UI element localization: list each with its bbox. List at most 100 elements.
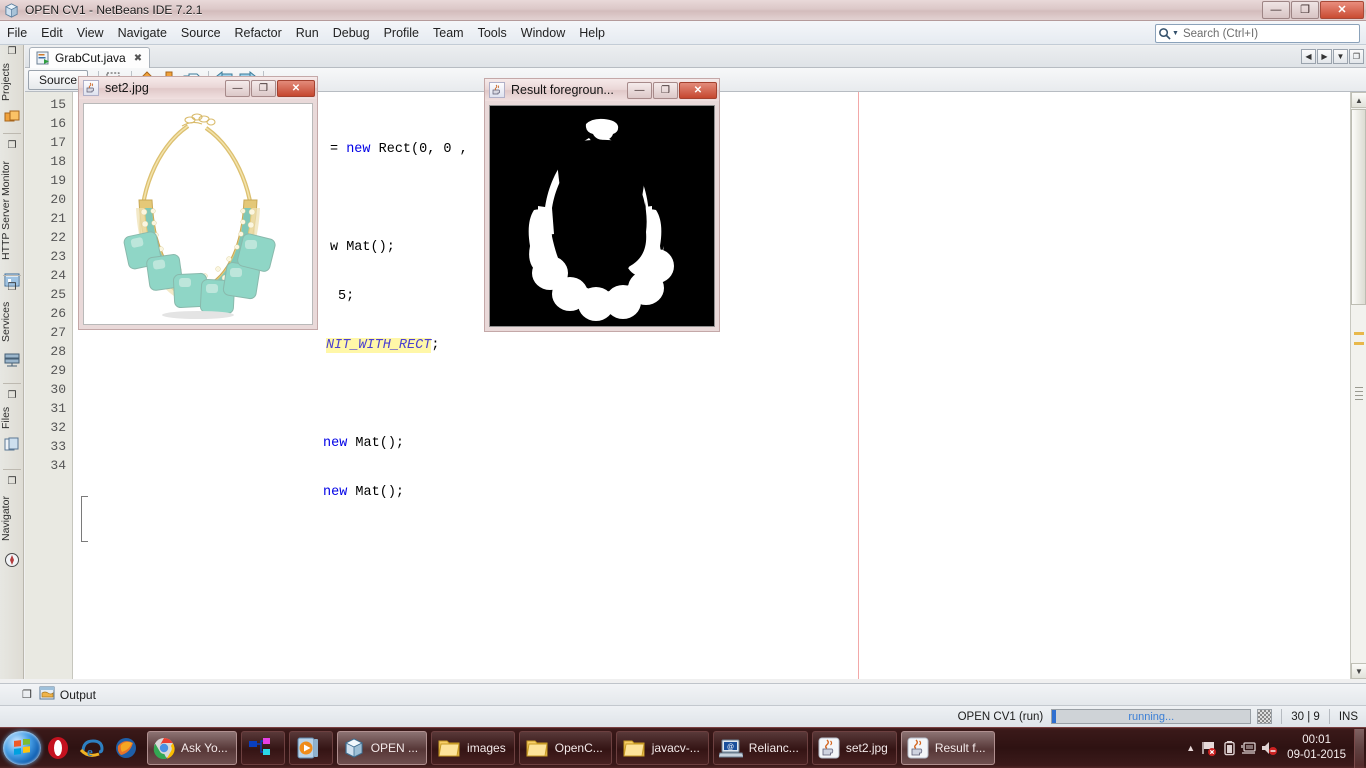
maximize-button[interactable]: ❐ <box>1291 1 1319 19</box>
code-fold-bracket[interactable] <box>81 496 88 542</box>
taskbar-firefox-icon[interactable] <box>109 730 143 766</box>
line-number: 15 <box>50 97 66 112</box>
maximize-button[interactable]: ❐ <box>251 79 276 97</box>
minimize-button[interactable]: — <box>225 79 250 97</box>
sidebar-item-navigator[interactable]: ❐ Navigator <box>0 475 24 570</box>
taskbar-button-reliance[interactable]: @ Relianc... <box>712 731 808 765</box>
navigator-icon <box>0 550 24 570</box>
status-project-label: OPEN CV1 (run) <box>957 710 1044 723</box>
taskbar-button-chrome[interactable]: Ask Yo... <box>147 731 237 765</box>
line-number: 18 <box>50 154 66 169</box>
volume-muted-icon[interactable] <box>1259 737 1279 759</box>
menu-item-profile[interactable]: Profile <box>377 24 426 42</box>
taskbar-button-label: Relianc... <box>748 741 799 755</box>
sidebar-item-projects[interactable]: ❐ Projects <box>0 45 24 126</box>
taskbar-button-javacv-folder[interactable]: javacv-... <box>615 731 709 765</box>
output-tab-label[interactable]: Output <box>60 688 96 702</box>
image-window-result-titlebar[interactable]: Result foregroun... — ❐ ✕ <box>484 78 720 101</box>
taskbar-button-images-folder[interactable]: images <box>431 731 515 765</box>
restore-window-icon[interactable]: ❐ <box>0 139 24 152</box>
tab-scroll-left-button[interactable]: ◀ <box>1301 49 1316 64</box>
image-window-result[interactable]: Result foregroun... — ❐ ✕ <box>484 78 720 332</box>
taskbar-button-set2-jpg[interactable]: set2.jpg <box>811 731 897 765</box>
editor-vertical-scrollbar[interactable]: ▲ ▼ <box>1350 92 1366 679</box>
taskbar-button-label: Ask Yo... <box>181 741 228 755</box>
taskbar-button-opencv-folder[interactable]: OpenC... <box>518 731 612 765</box>
image-window-set2[interactable]: set2.jpg — ❐ ✕ <box>78 76 318 330</box>
netbeans-cube-icon <box>5 2 18 18</box>
menu-item-tools[interactable]: Tools <box>471 24 514 42</box>
menu-item-source[interactable]: Source <box>174 24 228 42</box>
image-window-result-title: Result foregroun... <box>511 83 614 97</box>
image-window-set2-controls: — ❐ ✕ <box>225 79 317 97</box>
sidebar-item-navigator-label: Navigator <box>0 496 12 542</box>
chevron-down-icon[interactable]: ▼ <box>1172 30 1179 37</box>
close-icon[interactable]: ✖ <box>134 53 142 64</box>
line-number: 28 <box>50 344 66 359</box>
tab-scroll-right-button[interactable]: ▶ <box>1317 49 1332 64</box>
annotation-mark[interactable] <box>1354 332 1364 335</box>
sidebar-item-http-server-monitor[interactable]: ❐ HTTP Server Monitor <box>0 139 24 290</box>
sidebar-item-files[interactable]: ❐ Files <box>0 389 24 454</box>
close-button[interactable]: ✕ <box>277 79 315 97</box>
search-input[interactable]: ▼ Search (Ctrl+I) <box>1155 24 1360 43</box>
laptop-icon: @ <box>718 739 743 758</box>
minimize-button[interactable]: — <box>1262 1 1290 19</box>
taskbar-button-result-foreground[interactable]: Result f... <box>900 731 995 765</box>
scroll-down-arrow[interactable]: ▼ <box>1351 663 1366 679</box>
clock-date: 09-01-2015 <box>1287 749 1346 761</box>
stop-process-icon[interactable] <box>1257 709 1273 724</box>
taskbar-button-media-player[interactable] <box>288 731 333 765</box>
scrollbar-thumb[interactable] <box>1351 109 1366 305</box>
cursor-position-label: 30 | 9 <box>1291 710 1320 723</box>
menu-item-debug[interactable]: Debug <box>326 24 377 42</box>
tab-maximize-button[interactable]: ❐ <box>1349 49 1364 64</box>
line-number: 26 <box>50 306 66 321</box>
restore-window-icon[interactable]: ❐ <box>0 45 24 58</box>
minimize-button[interactable]: — <box>627 81 652 99</box>
annotation-mark[interactable] <box>1354 342 1364 345</box>
menu-item-navigate[interactable]: Navigate <box>111 24 174 42</box>
windows-orb-icon[interactable] <box>3 731 41 765</box>
maximize-button[interactable]: ❐ <box>653 81 678 99</box>
foreground-mask-image <box>489 105 715 327</box>
battery-icon[interactable] <box>1219 737 1239 759</box>
tab-grabcut-java[interactable]: GrabCut.java ✖ <box>29 47 151 68</box>
sidebar-item-services[interactable]: ❐ Services <box>0 281 24 370</box>
line-number: 16 <box>50 116 66 131</box>
tab-list-button[interactable]: ▼ <box>1333 49 1348 64</box>
taskbar-button-label: OpenC... <box>554 741 603 755</box>
progress-bar[interactable]: running... <box>1051 709 1252 724</box>
image-window-result-controls: — ❐ ✕ <box>627 81 719 99</box>
taskbar-button-label: OPEN ... <box>370 741 419 755</box>
restore-window-icon[interactable]: ❐ <box>22 688 32 701</box>
show-desktop-button[interactable] <box>1354 728 1364 768</box>
menu-item-window[interactable]: Window <box>514 24 572 42</box>
taskbar-internet-explorer-icon[interactable]: e <box>75 730 109 766</box>
close-button[interactable]: ✕ <box>1320 1 1364 19</box>
line-number: 24 <box>50 268 66 283</box>
scroll-up-arrow[interactable]: ▲ <box>1351 92 1366 108</box>
taskbar-button-network[interactable] <box>240 731 285 765</box>
image-window-set2-titlebar[interactable]: set2.jpg — ❐ ✕ <box>78 76 318 99</box>
taskbar-button-netbeans[interactable]: OPEN ... <box>336 731 428 765</box>
tray-expand-button[interactable]: ▲ <box>1186 743 1195 753</box>
menu-item-file[interactable]: File <box>0 24 34 42</box>
flag-action-center-icon[interactable] <box>1199 737 1219 759</box>
restore-window-icon[interactable]: ❐ <box>0 281 24 294</box>
taskbar-opera-icon[interactable] <box>41 730 75 766</box>
menu-item-refactor[interactable]: Refactor <box>228 24 289 42</box>
menu-item-help[interactable]: Help <box>572 24 612 42</box>
network-icon[interactable] <box>1239 737 1259 759</box>
restore-window-icon[interactable]: ❐ <box>0 475 24 488</box>
line-number: 33 <box>50 439 66 454</box>
clock[interactable]: 00:01 09-01-2015 <box>1287 733 1346 763</box>
menu-item-team[interactable]: Team <box>426 24 471 42</box>
services-icon <box>0 350 24 370</box>
menu-item-view[interactable]: View <box>70 24 111 42</box>
restore-window-icon[interactable]: ❐ <box>0 389 24 402</box>
menu-item-run[interactable]: Run <box>289 24 326 42</box>
close-button[interactable]: ✕ <box>679 81 717 99</box>
menu-item-edit[interactable]: Edit <box>34 24 70 42</box>
